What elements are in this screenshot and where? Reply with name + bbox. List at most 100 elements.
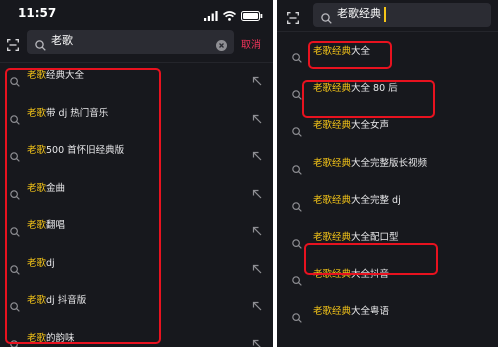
suggestion-highlight: 老歌	[27, 332, 47, 344]
divider	[277, 31, 498, 32]
search-icon	[292, 308, 302, 327]
suggestion-item[interactable]: 老歌dj 抖音版	[0, 288, 273, 316]
suggestion-rest: 大全完整版长视频	[351, 157, 428, 169]
suggestion-item[interactable]: 老歌的韵味	[0, 326, 273, 347]
suggestion-label: 老歌dj	[27, 257, 55, 271]
fill-arrow-icon[interactable]	[252, 184, 262, 203]
fill-arrow-icon[interactable]	[252, 221, 262, 240]
suggestion-highlight: 老歌	[27, 70, 47, 81]
suggestion-item[interactable]: 老歌金曲	[0, 176, 273, 204]
right-screen: 老歌经典 老歌经典大全 老歌经典大全 80 后老歌经典大全女声 老歌经典大全完整版长…	[277, 0, 498, 347]
search-input[interactable]: 老歌	[27, 30, 234, 54]
search-input[interactable]: 老歌经典	[313, 3, 491, 27]
search-icon	[10, 185, 20, 204]
search-icon	[10, 72, 20, 91]
suggestion-rest: 带 dj 热门音乐	[46, 107, 109, 119]
suggestion-label: 老歌500 首怀旧经典版	[27, 144, 124, 158]
suggestion-highlight: 老歌经典	[313, 46, 352, 57]
suggestion-item[interactable]: 老歌经典大全完整 dj	[277, 188, 498, 216]
search-icon	[10, 110, 20, 129]
suggestion-rest: 翻唱	[46, 220, 66, 231]
search-icon	[292, 122, 302, 141]
signal-icon	[204, 6, 218, 25]
suggestion-rest: 金曲	[46, 182, 66, 194]
fill-arrow-icon[interactable]	[252, 334, 262, 347]
suggestion-rest: 大全	[351, 46, 371, 57]
search-icon	[292, 48, 302, 67]
suggestion-rest: dj 抖音版	[46, 295, 87, 306]
suggestion-highlight: 老歌	[27, 182, 47, 194]
status-bar: 11:57	[0, 0, 273, 26]
suggestion-item[interactable]: 老歌经典大全女声	[277, 113, 498, 141]
suggestion-item[interactable]: 老歌翻唱	[0, 213, 273, 241]
suggestion-highlight: 老歌经典	[313, 232, 352, 243]
suggestion-item[interactable]: 老歌经典大全完整版长视频	[277, 151, 498, 179]
suggestion-highlight: 老歌经典	[313, 269, 352, 281]
cancel-button[interactable]: 取消	[241, 36, 261, 51]
suggestion-label: 老歌经典大全配口型	[313, 231, 399, 245]
fill-arrow-icon[interactable]	[252, 109, 262, 128]
suggestion-label: 老歌带 dj 热门音乐	[27, 107, 108, 121]
suggestion-highlight: 老歌	[27, 220, 47, 231]
suggestion-label: 老歌dj 抖音版	[27, 294, 86, 308]
suggestion-item[interactable]: 老歌经典大全配口型	[277, 225, 498, 253]
suggestion-item[interactable]: 老歌经典大全	[277, 39, 498, 67]
suggestion-highlight: 老歌经典	[313, 157, 352, 169]
suggestion-item[interactable]: 老歌经典大全 80 后	[277, 76, 498, 104]
suggestion-rest: 大全女声	[351, 120, 390, 132]
search-icon	[10, 147, 20, 166]
suggestion-rest: 大全抖音	[351, 269, 390, 281]
suggestion-item[interactable]: 老歌dj	[0, 251, 273, 279]
search-icon	[10, 260, 20, 279]
suggestion-item[interactable]: 老歌经典大全粤语	[277, 299, 498, 327]
suggestion-rest: 大全粤语	[351, 306, 390, 318]
search-icon	[35, 36, 46, 55]
suggestion-label: 老歌经典大全完整版长视频	[313, 157, 427, 171]
suggestion-rest: 的韵味	[46, 332, 75, 344]
suggestion-highlight: 老歌	[27, 145, 47, 156]
suggestion-rest: 500 首怀旧经典版	[46, 145, 125, 156]
suggestion-highlight: 老歌经典	[313, 306, 352, 318]
suggestion-rest: dj	[46, 257, 55, 269]
suggestion-rest: 大全完整 dj	[351, 194, 401, 206]
search-icon	[292, 160, 302, 179]
fill-arrow-icon[interactable]	[252, 71, 262, 90]
suggestion-label: 老歌经典大全女声	[313, 119, 389, 133]
fill-arrow-icon[interactable]	[252, 296, 262, 315]
suggestion-item[interactable]: 老歌带 dj 热门音乐	[0, 101, 273, 129]
suggestion-item[interactable]: 老歌经典大全	[0, 63, 273, 91]
fill-arrow-icon[interactable]	[252, 146, 262, 165]
clear-icon[interactable]	[216, 36, 227, 55]
search-icon	[10, 297, 20, 316]
suggestion-highlight: 老歌经典	[313, 83, 352, 95]
search-icon	[292, 234, 302, 253]
search-icon	[10, 335, 20, 347]
scan-icon[interactable]	[287, 9, 299, 28]
battery-icon	[241, 6, 263, 25]
search-icon	[292, 197, 302, 216]
fill-arrow-icon[interactable]	[252, 259, 262, 278]
search-icon	[292, 271, 302, 290]
suggestion-rest: 经典大全	[46, 70, 85, 81]
left-screen: 11:57 老歌 取消 老歌经典大全 老歌带 dj 热门音乐 老歌500 首怀旧…	[0, 0, 273, 347]
wifi-icon	[222, 6, 237, 25]
search-icon	[292, 85, 302, 104]
scan-icon[interactable]	[7, 36, 19, 55]
text-caret	[384, 7, 386, 22]
suggestion-highlight: 老歌经典	[313, 120, 352, 132]
suggestion-label: 老歌的韵味	[27, 332, 75, 346]
search-query: 老歌经典	[337, 7, 381, 20]
suggestion-item[interactable]: 老歌经典大全抖音	[277, 262, 498, 290]
search-query: 老歌	[51, 34, 73, 47]
suggestion-highlight: 老歌	[27, 107, 47, 119]
suggestion-label: 老歌经典大全 80 后	[313, 82, 398, 96]
suggestion-rest: 大全配口型	[351, 232, 399, 243]
suggestion-rest: 大全 80 后	[351, 83, 398, 95]
suggestion-label: 老歌经典大全	[27, 69, 84, 83]
suggestion-highlight: 老歌	[27, 257, 47, 269]
suggestion-item[interactable]: 老歌500 首怀旧经典版	[0, 138, 273, 166]
search-icon	[321, 9, 332, 28]
suggestion-highlight: 老歌经典	[313, 194, 352, 206]
suggestion-label: 老歌翻唱	[27, 219, 65, 233]
suggestion-label: 老歌经典大全抖音	[313, 268, 389, 282]
